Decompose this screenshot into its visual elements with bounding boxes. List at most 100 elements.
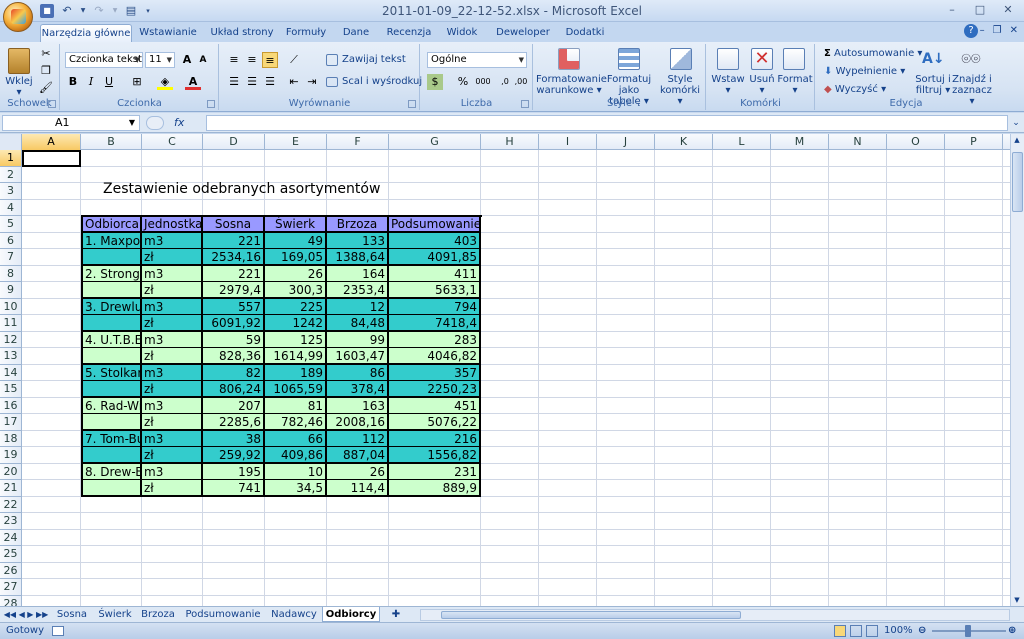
- paste-icon[interactable]: [8, 48, 30, 74]
- table-cell[interactable]: 114,4: [327, 480, 389, 497]
- horizontal-scroll-thumb[interactable]: [441, 611, 741, 619]
- sheet-tab-3[interactable]: Podsumowanie: [180, 607, 266, 622]
- table-cell[interactable]: 2250,23: [389, 381, 481, 398]
- column-header-l[interactable]: L: [713, 134, 771, 150]
- table-cell[interactable]: 231: [389, 463, 481, 480]
- row-header-23[interactable]: 23: [0, 513, 22, 530]
- format-button[interactable]: Format ▾: [777, 74, 813, 96]
- font-color-icon[interactable]: A: [185, 74, 201, 90]
- tab-home[interactable]: Narzędzia główne: [40, 24, 132, 42]
- merge-center-button[interactable]: Scal i wyśrodkuj: [342, 74, 422, 90]
- table-cell[interactable]: 1556,82: [389, 447, 481, 464]
- autosum-button[interactable]: Σ Autosumowanie ▾: [824, 46, 922, 62]
- table-cell[interactable]: 300,3: [265, 282, 327, 299]
- percent-icon[interactable]: %: [455, 74, 471, 90]
- table-cell[interactable]: 225: [265, 298, 327, 315]
- column-header-d[interactable]: D: [203, 134, 265, 150]
- sheet-tab-4[interactable]: Nadawcy: [268, 607, 320, 622]
- font-size-combo[interactable]: 11 ▼: [145, 52, 175, 68]
- table-cell[interactable]: 1614,99: [265, 348, 327, 365]
- row-header-16[interactable]: 16: [0, 397, 22, 414]
- table-cell[interactable]: 3. Drewlux: [81, 298, 142, 315]
- zoom-in-icon[interactable]: ⊕: [1008, 623, 1016, 639]
- row-header-1[interactable]: 1: [0, 150, 22, 167]
- clear-button[interactable]: ◆ Wyczyść ▾: [824, 82, 886, 98]
- zoom-slider-thumb[interactable]: [965, 625, 971, 637]
- table-cell[interactable]: 887,04: [327, 447, 389, 464]
- table-cell[interactable]: zł: [142, 282, 203, 299]
- column-header-o[interactable]: O: [887, 134, 945, 150]
- column-header-g[interactable]: G: [389, 134, 481, 150]
- row-header-7[interactable]: 7: [0, 249, 22, 266]
- table-cell[interactable]: [81, 282, 142, 299]
- table-cell[interactable]: 283: [389, 331, 481, 348]
- table-cell[interactable]: 34,5: [265, 480, 327, 497]
- table-cell[interactable]: zł: [142, 480, 203, 497]
- table-cell[interactable]: 133: [327, 232, 389, 249]
- table-cell[interactable]: 2. Strong-W: [81, 265, 142, 282]
- table-cell[interactable]: 889,9: [389, 480, 481, 497]
- table-cell[interactable]: 163: [327, 397, 389, 414]
- row-header-2[interactable]: 2: [0, 166, 22, 183]
- sheet-tab-5[interactable]: Odbiorcy: [322, 607, 380, 622]
- table-cell[interactable]: 164: [327, 265, 389, 282]
- table-cell[interactable]: 12: [327, 298, 389, 315]
- maximize-icon[interactable]: □: [970, 3, 990, 17]
- table-cell[interactable]: 7418,4: [389, 315, 481, 332]
- italic-icon[interactable]: I: [83, 74, 99, 90]
- tab-developer[interactable]: Deweloper: [492, 24, 554, 42]
- currency-icon[interactable]: $: [427, 74, 443, 90]
- row-header-9[interactable]: 9: [0, 282, 22, 299]
- column-header-f[interactable]: F: [327, 134, 389, 150]
- table-cell[interactable]: [81, 414, 142, 431]
- row-header-24[interactable]: 24: [0, 529, 22, 546]
- table-cell[interactable]: 741: [203, 480, 265, 497]
- name-box[interactable]: A1 ▼: [2, 115, 140, 131]
- borders-icon[interactable]: ⊞: [129, 74, 145, 90]
- row-header-3[interactable]: 3: [0, 183, 22, 200]
- row-header-28[interactable]: 28: [0, 595, 22, 606]
- office-button[interactable]: [3, 2, 33, 32]
- insert-function-icon[interactable]: fx: [146, 115, 206, 131]
- row-header-10[interactable]: 10: [0, 298, 22, 315]
- table-cell[interactable]: [81, 348, 142, 365]
- column-header-b[interactable]: B: [81, 134, 142, 150]
- table-cell[interactable]: m3: [142, 430, 203, 447]
- worksheet-grid[interactable]: ABCDEFGHIJKLMNOP 1 2 3 4 5 6 7 8 9 10 11 12 13 14 15 16…: [0, 134, 1010, 606]
- table-cell[interactable]: 86: [327, 364, 389, 381]
- table-cell[interactable]: 1388,64: [327, 249, 389, 266]
- copy-icon[interactable]: ❐: [38, 63, 54, 79]
- table-cell[interactable]: zł: [142, 447, 203, 464]
- view-page-layout-icon[interactable]: [850, 625, 862, 637]
- font-launcher-icon[interactable]: [207, 100, 215, 108]
- table-cell[interactable]: 84,48: [327, 315, 389, 332]
- table-cell[interactable]: 782,46: [265, 414, 327, 431]
- row-header-19[interactable]: 19: [0, 447, 22, 464]
- table-cell[interactable]: 59: [203, 331, 265, 348]
- row-header-8[interactable]: 8: [0, 265, 22, 282]
- table-cell[interactable]: zł: [142, 315, 203, 332]
- table-cell[interactable]: 378,4: [327, 381, 389, 398]
- row-header-5[interactable]: 5: [0, 216, 22, 233]
- underline-icon[interactable]: U: [101, 74, 117, 90]
- table-cell[interactable]: 195: [203, 463, 265, 480]
- fill-button[interactable]: ⬇ Wypełnienie ▾: [824, 64, 905, 80]
- table-cell[interactable]: zł: [142, 414, 203, 431]
- row-header-17[interactable]: 17: [0, 414, 22, 431]
- align-right-icon[interactable]: ☰: [262, 74, 278, 90]
- table-cell[interactable]: 169,05: [265, 249, 327, 266]
- table-cell[interactable]: 557: [203, 298, 265, 315]
- table-cell[interactable]: 189: [265, 364, 327, 381]
- delete-button[interactable]: Usuń ▾: [745, 74, 779, 96]
- table-cell[interactable]: 403: [389, 232, 481, 249]
- column-header-e[interactable]: E: [265, 134, 327, 150]
- tab-view[interactable]: Widok: [442, 24, 482, 42]
- format-painter-icon[interactable]: 🖌: [38, 80, 54, 96]
- minimize-icon[interactable]: –: [942, 3, 962, 17]
- row-header-20[interactable]: 20: [0, 463, 22, 480]
- grow-font-icon[interactable]: A: [179, 52, 195, 68]
- sort-filter-button[interactable]: Sortuj i filtruj ▾: [914, 74, 952, 96]
- table-cell[interactable]: 1065,59: [265, 381, 327, 398]
- table-cell[interactable]: 2534,16: [203, 249, 265, 266]
- table-cell[interactable]: [81, 249, 142, 266]
